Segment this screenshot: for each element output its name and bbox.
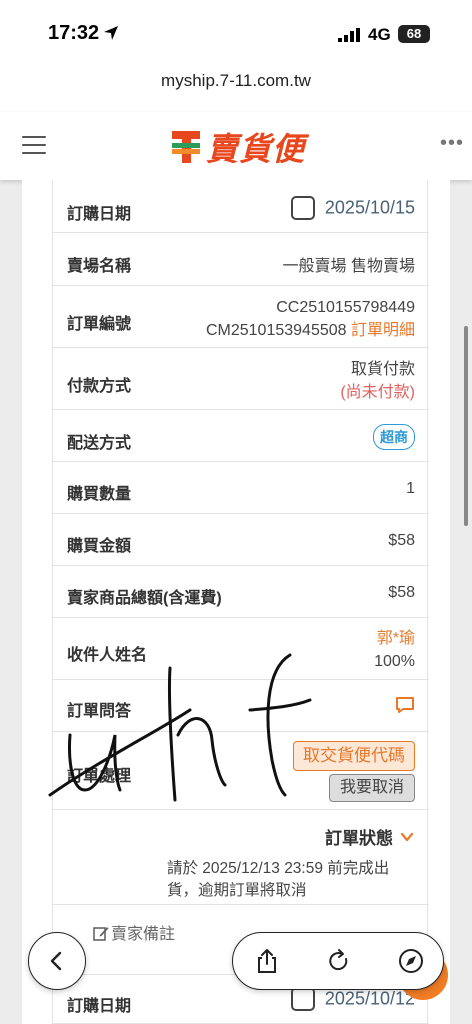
battery-icon: 68 — [398, 25, 430, 43]
amount-label: 購買金額 — [67, 538, 132, 555]
store-name-row: 賣場名稱 一般賣場 售物賣場 — [53, 233, 429, 286]
browser-bottom-nav — [0, 930, 472, 1000]
hamburger-menu-icon[interactable] — [22, 136, 46, 156]
logo-text: 賣貨便 — [206, 130, 306, 168]
payment-status: (尚未付款) — [340, 384, 415, 401]
order-date-value: 2025/10/15 — [324, 197, 415, 218]
total-value: $58 — [388, 584, 415, 601]
order-date-row: 訂購日期 2025/10/15 — [53, 180, 429, 233]
url-bar[interactable]: myship.7-11.com.tw — [0, 62, 472, 112]
chevron-down-icon — [401, 832, 413, 842]
quantity-label: 購買數量 — [67, 486, 132, 503]
chevron-left-icon — [50, 951, 62, 971]
amount-row: 購買金額 $58 — [53, 514, 429, 566]
order-card: 訂購日期 2025/10/15 賣場名稱 一般賣場 售物賣場 訂單編號 CC25… — [22, 180, 450, 1024]
status-bar: 17:32 4G 68 — [0, 0, 472, 62]
divider — [53, 904, 429, 905]
store-name-value: 一般賣場 售物賣場 — [282, 258, 415, 275]
location-arrow-icon — [104, 26, 119, 40]
order-status-toggle[interactable]: 訂單狀態 — [325, 824, 413, 849]
order-number-cc: CC2510155798449 — [276, 299, 415, 316]
payment-method: 取貨付款 — [350, 361, 415, 378]
shipping-row: 配送方式 超商 — [53, 410, 429, 462]
recipient-row: 收件人姓名 郭*瑜 100% — [53, 618, 429, 680]
quantity-row: 購買數量 1 — [53, 462, 429, 514]
order-processing-label: 訂單處理 — [67, 768, 132, 785]
payment-row: 付款方式 取貨付款 (尚未付款) — [53, 348, 429, 410]
seven-eleven-logo-icon — [172, 131, 200, 163]
recipient-values: 郭*瑜 100% — [374, 627, 415, 673]
logo[interactable]: 賣貨便 — [170, 122, 305, 172]
total-label: 賣家商品總額(含運費) — [67, 590, 222, 607]
store-name-label: 賣場名稱 — [67, 258, 132, 275]
recipient-rating: 100% — [374, 653, 415, 670]
network-type: 4G — [368, 25, 391, 44]
shipping-value: 超商 — [373, 424, 415, 450]
order-select-checkbox[interactable] — [290, 196, 315, 220]
total-row: 賣家商品總額(含運費) $58 — [53, 566, 429, 618]
order-number-cm: CM2510153945508 — [205, 322, 347, 339]
quantity-value: 1 — [406, 480, 415, 497]
time-text: 17:32 — [48, 22, 100, 44]
share-icon[interactable] — [253, 947, 281, 975]
order-status-title: 訂單狀態 — [325, 829, 393, 848]
order-number-values: CC2510155798449 CM2510153945508 訂單明細 — [206, 296, 415, 342]
convenience-store-badge: 超商 — [373, 424, 415, 450]
order-qa-row: 訂單問答 — [53, 680, 429, 732]
back-button[interactable] — [28, 932, 86, 990]
pickup-code-button[interactable]: 取交貨便代碼 — [293, 741, 415, 771]
site-header: 賣貨便 ••• — [0, 112, 472, 180]
browser-actions-pill — [232, 932, 444, 990]
order-table: 訂購日期 2025/10/15 賣場名稱 一般賣場 售物賣場 訂單編號 CC25… — [52, 180, 429, 1024]
recipient-label: 收件人姓名 — [67, 647, 148, 664]
order-date-value-group: 2025/10/15 — [290, 196, 415, 220]
message-icon[interactable] — [395, 695, 415, 715]
signal-icon — [338, 28, 360, 42]
amount-value: $58 — [388, 532, 415, 549]
order-date-label: 訂購日期 — [67, 206, 132, 223]
payment-values: 取貨付款 (尚未付款) — [340, 358, 415, 404]
compass-icon[interactable] — [397, 947, 425, 975]
scrollbar[interactable] — [464, 326, 468, 526]
order-detail-link[interactable]: 訂單明細 — [351, 322, 415, 339]
recipient-name[interactable]: 郭*瑜 — [374, 627, 415, 650]
order-status-note: 請於 2025/12/13 23:59 前完成出貨，逾期訂單將取消 — [167, 860, 390, 899]
order-number-row: 訂單編號 CC2510155798449 CM2510153945508 訂單明… — [53, 286, 429, 348]
status-time: 17:32 — [48, 22, 119, 45]
reload-icon[interactable] — [325, 947, 353, 975]
order-qa-label: 訂單問答 — [67, 703, 132, 720]
order-number-label: 訂單編號 — [67, 316, 132, 333]
shipping-label: 配送方式 — [67, 435, 132, 452]
cancel-order-button[interactable]: 我要取消 — [329, 774, 415, 802]
more-options-icon[interactable]: ••• — [440, 132, 464, 155]
url-text: myship.7-11.com.tw — [161, 71, 311, 90]
payment-label: 付款方式 — [67, 378, 132, 395]
